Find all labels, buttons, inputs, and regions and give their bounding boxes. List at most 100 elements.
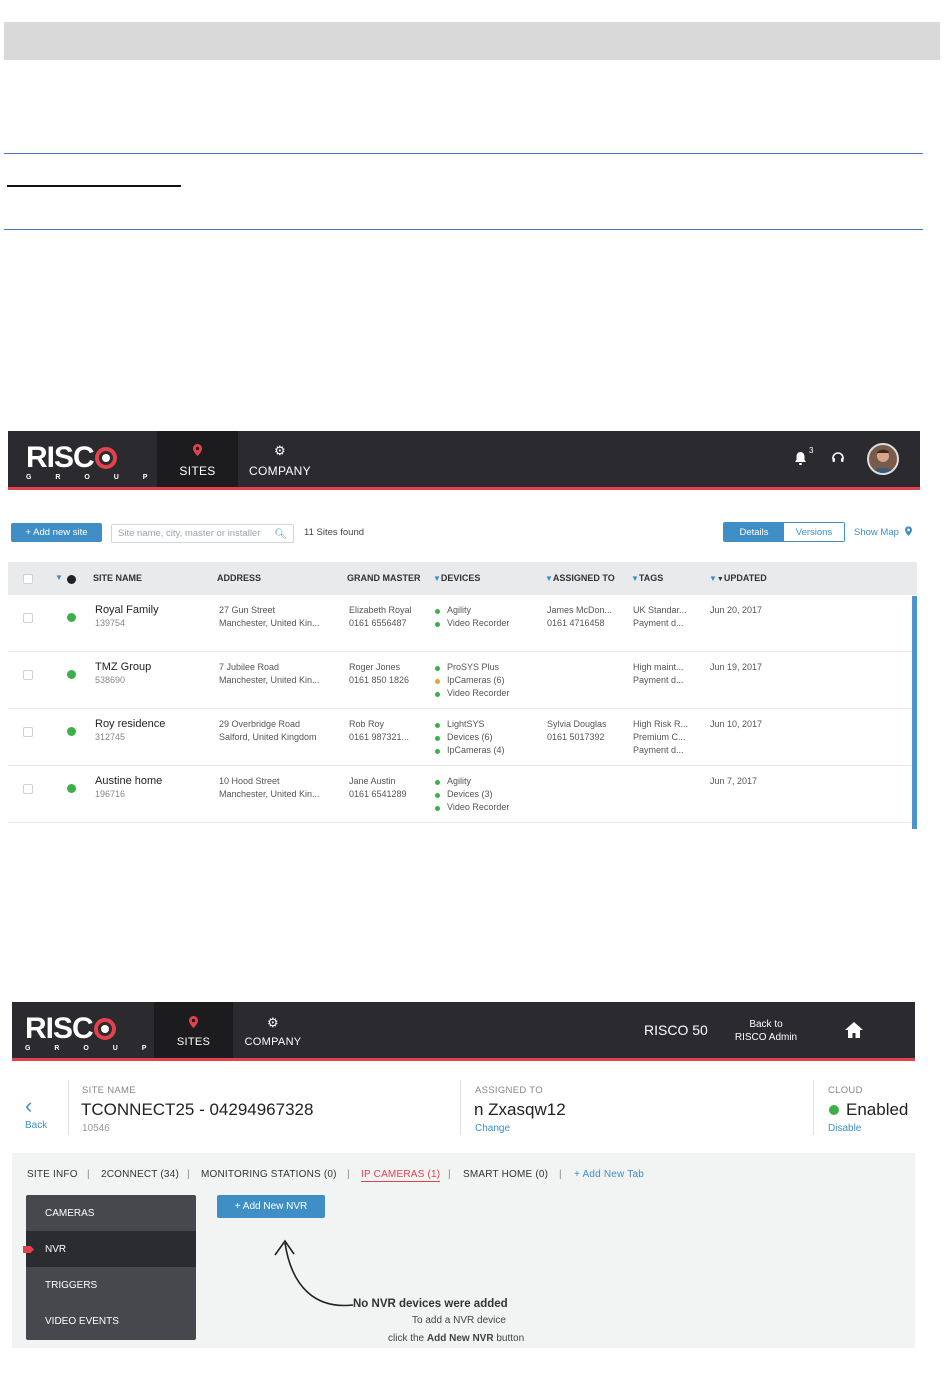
site-id: 538690	[95, 675, 126, 685]
headset-support-icon[interactable]	[831, 451, 845, 470]
address-line: 27 Gun Street	[219, 605, 276, 615]
details-view-button[interactable]: Details	[724, 523, 784, 541]
nav-accent-line	[12, 1058, 915, 1061]
menu-item-video-events[interactable]: VIDEO EVENTS	[26, 1303, 196, 1339]
bell-icon[interactable]	[794, 451, 807, 470]
empty-state-line1: To add a NVR device	[412, 1315, 506, 1326]
header-divider	[460, 1080, 461, 1135]
logo-ring-icon	[94, 447, 117, 469]
disable-cloud-link[interactable]: Disable	[828, 1123, 861, 1134]
tab-ip-cameras[interactable]: IP CAMERAS (1)	[361, 1169, 441, 1182]
assigned-to-label: ASSIGNED TO	[475, 1085, 543, 1096]
home-icon[interactable]	[844, 1021, 864, 1044]
address-city: Salford, United Kingdom	[219, 732, 317, 742]
nav-tab-company[interactable]: ⚙ COMPANY	[238, 431, 322, 490]
master-phone: 0161 987321...	[349, 732, 410, 742]
column-site-name[interactable]: SITE NAME	[93, 573, 142, 583]
site-name[interactable]: Roy residence	[95, 718, 165, 731]
device-item: Agility	[434, 775, 509, 788]
updated-date: Jun 19, 2017	[710, 662, 763, 672]
nav-tab-sites[interactable]: SITES	[154, 1002, 233, 1061]
assigned-name: James McDon...	[547, 605, 613, 615]
column-tags[interactable]: ▼TAGS	[631, 573, 663, 583]
site-id: 312745	[95, 732, 126, 742]
tab-separator: |	[87, 1169, 90, 1180]
tab-2connect[interactable]: 2CONNECT (34)	[101, 1169, 179, 1180]
user-avatar[interactable]	[867, 443, 899, 475]
row-checkbox[interactable]	[23, 613, 33, 623]
nav-tab-company[interactable]: ⚙ COMPANY	[233, 1002, 313, 1061]
site-name-value: TCONNECT25 - 04294967328	[81, 1100, 314, 1119]
menu-item-nvr[interactable]: NVR	[23, 1231, 196, 1267]
tab-site-info[interactable]: SITE INFO	[27, 1169, 78, 1180]
assigned-name: Sylvia Douglas	[547, 719, 607, 729]
table-row[interactable]: Royal Family 139754 27 Gun Street Manche…	[8, 595, 913, 652]
column-devices[interactable]: ▼DEVICES	[433, 573, 480, 583]
address-city: Manchester, United Kin...	[219, 789, 320, 799]
tab-separator: |	[559, 1169, 562, 1180]
tab-separator: |	[347, 1169, 350, 1180]
site-name[interactable]: Royal Family	[95, 604, 159, 617]
device-item: LightSYS	[434, 718, 505, 731]
show-map-link[interactable]: Show Map	[854, 526, 912, 538]
add-new-tab-link[interactable]: + Add New Tab	[574, 1169, 644, 1180]
search-icon[interactable]: 🔍︎	[274, 529, 287, 540]
status-dot	[67, 613, 76, 622]
status-dot	[67, 727, 76, 736]
site-name-label: SITE NAME	[82, 1085, 136, 1096]
document-divider	[4, 153, 923, 154]
nav-tab-sites[interactable]: SITES	[157, 431, 238, 490]
filter-icon: ▼	[433, 574, 441, 583]
row-checkbox[interactable]	[23, 727, 33, 737]
add-new-nvr-button[interactable]: + Add New NVR	[217, 1195, 325, 1218]
vertical-scrollbar[interactable]	[912, 596, 917, 829]
tab-separator: |	[448, 1169, 451, 1180]
select-all-checkbox[interactable]	[23, 574, 33, 584]
document-header-bar	[4, 22, 940, 60]
site-name[interactable]: Austine home	[95, 775, 162, 788]
master-name: Rob Roy	[349, 719, 385, 729]
device-item: Video Recorder	[434, 617, 509, 630]
sites-found-count: 11 Sites found	[304, 527, 365, 538]
top-navigation: RISC G R O U P SITES ⚙ COMPANY RISCO 50 …	[12, 1002, 915, 1061]
back-link[interactable]: Back	[25, 1120, 47, 1131]
product-name: RISCO 50	[644, 1022, 708, 1038]
header-divider	[68, 1080, 69, 1135]
back-to-admin-link[interactable]: Back to RISCO Admin	[724, 1018, 808, 1044]
gear-icon: ⚙	[267, 1015, 279, 1030]
device-item: Video Recorder	[434, 687, 509, 700]
device-item: Devices (6)	[434, 731, 505, 744]
address-city: Manchester, United Kin...	[219, 675, 320, 685]
add-new-site-button[interactable]: + Add new site	[11, 523, 102, 542]
column-updated[interactable]: ▼▼UPDATED	[709, 573, 767, 583]
address-line: 7 Jubilee Road	[219, 662, 280, 672]
tab-smart-home[interactable]: SMART HOME (0)	[463, 1169, 548, 1180]
menu-item-triggers[interactable]: TRIGGERS	[26, 1267, 196, 1303]
master-phone: 0161 850 1826	[349, 675, 410, 685]
back-chevron-icon[interactable]: ‹	[25, 1095, 32, 1117]
site-tabs: SITE INFO | 2CONNECT (34) | MONITORING S…	[27, 1169, 907, 1185]
site-name[interactable]: TMZ Group	[95, 661, 151, 674]
assigned-to-value: n Zxasqw12	[474, 1100, 566, 1119]
tag-item: High maint...	[633, 662, 684, 672]
status-filter-icon[interactable]: ▼	[55, 573, 63, 582]
change-assignee-link[interactable]: Change	[475, 1123, 510, 1134]
column-grand-master[interactable]: GRAND MASTER	[347, 573, 421, 583]
table-row[interactable]: Austine home 196716 10 Hood Street Manch…	[8, 766, 913, 823]
tab-monitoring-stations[interactable]: MONITORING STATIONS (0)	[201, 1169, 337, 1180]
table-row[interactable]: Roy residence 312745 29 Overbridge Road …	[8, 709, 913, 766]
versions-view-button[interactable]: Versions	[784, 523, 844, 541]
menu-item-cameras[interactable]: CAMERAS	[26, 1195, 196, 1231]
column-assigned-to[interactable]: ▼ASSIGNED TO	[545, 573, 615, 583]
row-checkbox[interactable]	[23, 784, 33, 794]
table-row[interactable]: TMZ Group 538690 7 Jubilee Road Manchest…	[8, 652, 913, 709]
tag-item: Payment d...	[633, 618, 684, 628]
column-address[interactable]: ADDRESS	[217, 573, 261, 583]
row-checkbox[interactable]	[23, 670, 33, 680]
hint-arrow-icon	[274, 1239, 354, 1307]
logo-ring-icon	[93, 1018, 116, 1040]
active-marker-icon	[23, 1246, 34, 1253]
assigned-phone: 0161 4716458	[547, 618, 605, 628]
location-pin-icon	[193, 443, 202, 459]
site-search-input[interactable]: Site name, city, master or installer 🔍︎	[111, 524, 294, 543]
